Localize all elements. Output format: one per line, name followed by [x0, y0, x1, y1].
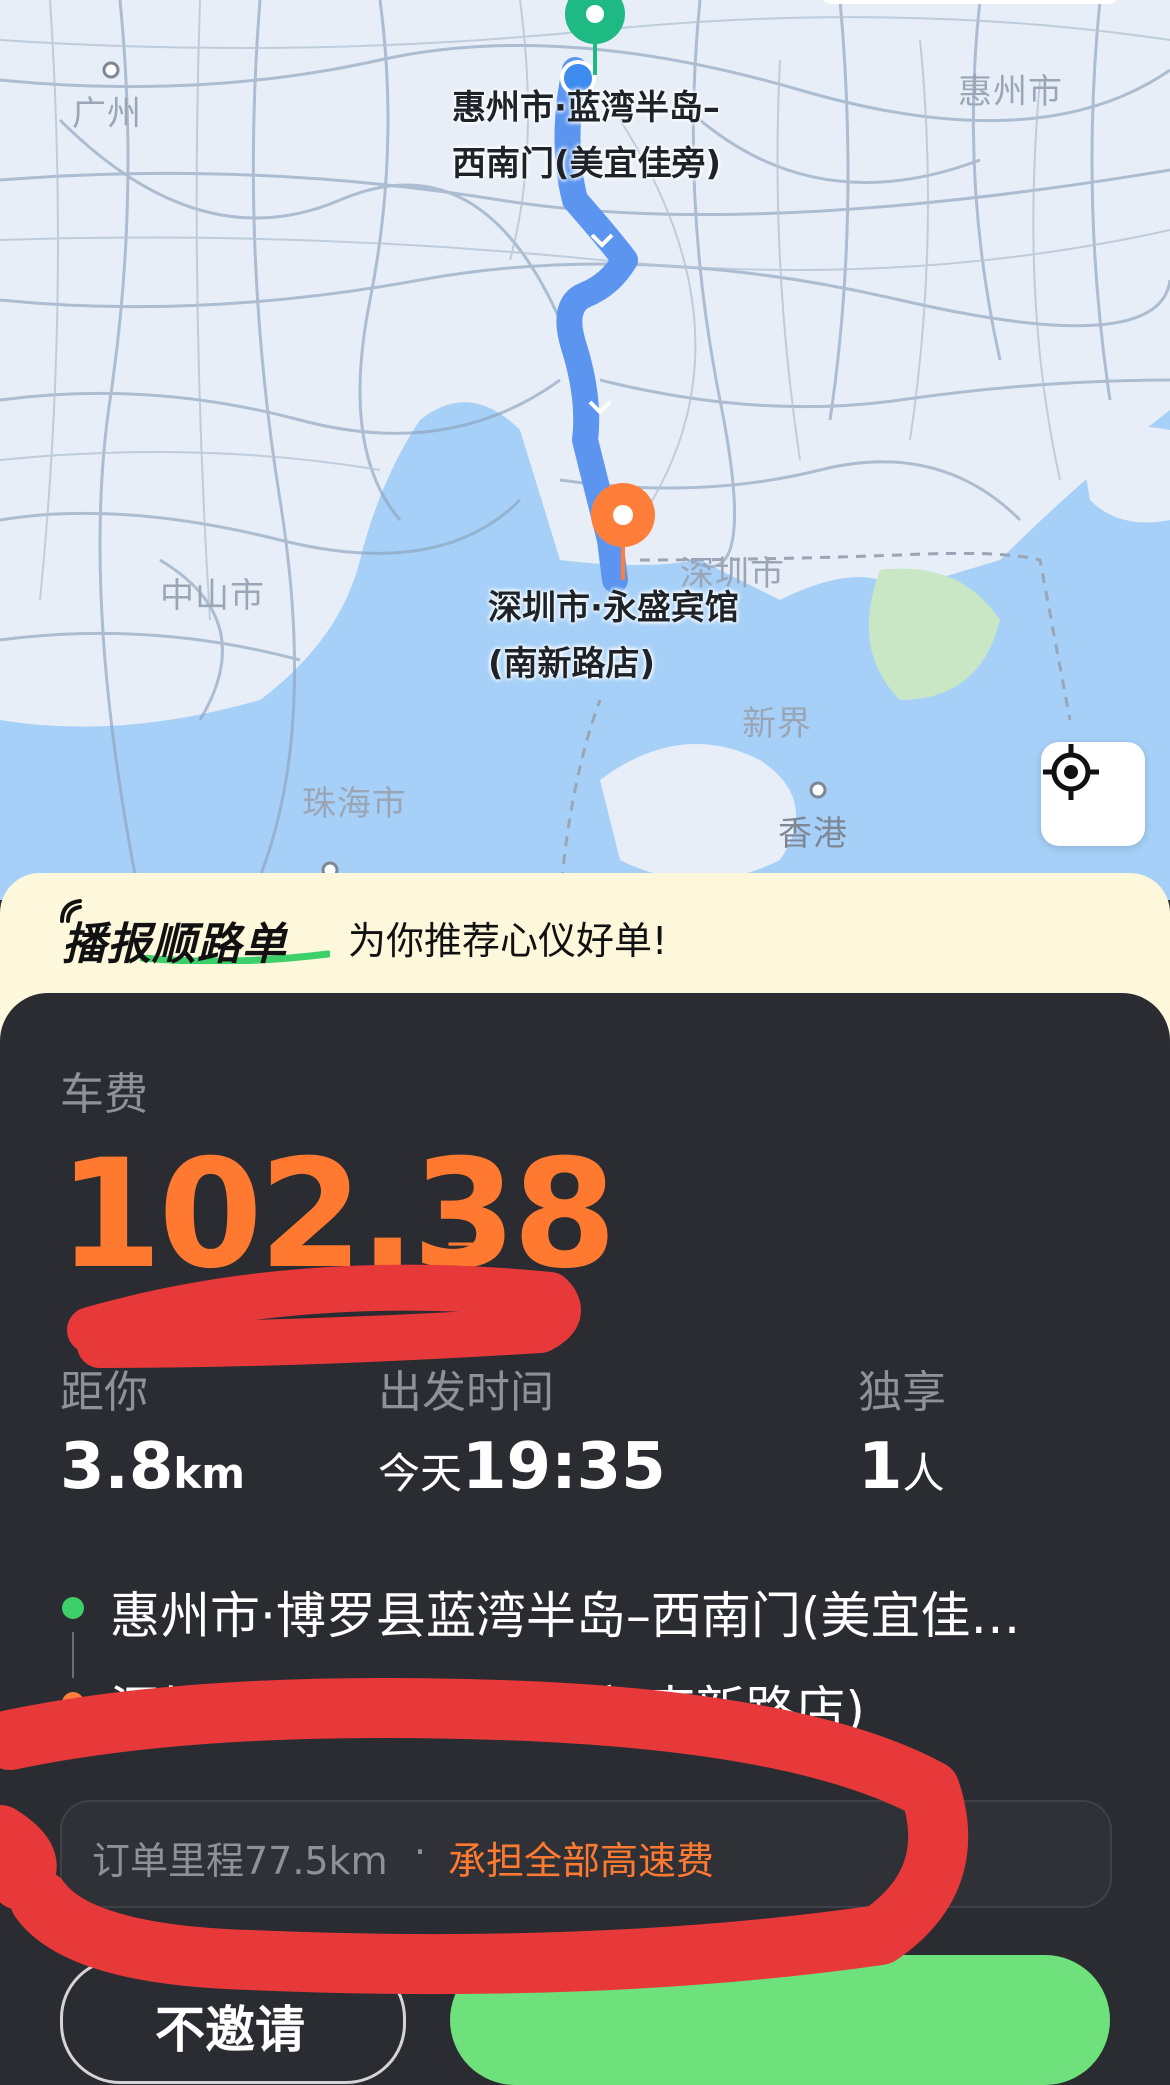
- departure-day: 今天: [378, 1449, 463, 1498]
- toll-note: 承担全部高速费: [448, 1839, 715, 1883]
- destination-dot: [62, 1692, 84, 1714]
- banner-subtitle: 为你推荐心仪好单!: [348, 919, 668, 963]
- route-connector: [72, 1632, 74, 1678]
- map-city-label: 珠海市: [302, 784, 407, 824]
- info-separator: ·: [414, 1830, 427, 1874]
- map-city-label: 惠州市: [958, 72, 1063, 112]
- start-point-label: 惠州市·蓝湾半岛– 西南门(美宜佳旁): [452, 80, 721, 192]
- distance-label: 距你: [60, 1367, 148, 1418]
- order-mileage: 订单里程77.5km: [92, 1839, 388, 1883]
- crosshair-icon: [1043, 744, 1099, 800]
- start-label-line: 西南门(美宜佳旁): [452, 144, 722, 184]
- accept-button[interactable]: [450, 1955, 1110, 2085]
- route-map[interactable]: 广州 惠州市 中山市 深圳市 新界 珠海市 香港 惠州市·蓝湾半岛– 西南门(美…: [0, 0, 1170, 900]
- map-city-label: 中山市: [160, 576, 265, 616]
- start-label-line: 惠州市·蓝湾半岛–: [452, 88, 720, 128]
- fare-label: 车费: [60, 1069, 148, 1120]
- locate-button[interactable]: [1041, 742, 1145, 846]
- map-city-label: 新界: [742, 704, 812, 744]
- map-city-label: 广州: [72, 94, 142, 134]
- origin-dot: [62, 1597, 84, 1619]
- fare-value: 102.38: [58, 1128, 617, 1302]
- departure-time: 19:35: [462, 1430, 666, 1504]
- fare-unit: 元: [442, 1236, 486, 1287]
- share-count: 1: [858, 1430, 903, 1504]
- origin-address: 惠州市·博罗县蓝湾半岛–西南门(美宜佳…: [110, 1587, 1021, 1645]
- decline-button-label: 不邀请: [155, 2001, 305, 2059]
- map-city-label: 香港: [778, 814, 848, 854]
- end-point-label: 深圳市·永盛宾馆 (南新路店): [488, 580, 739, 692]
- share-unit: 人: [902, 1449, 945, 1498]
- share-label: 独享: [858, 1367, 946, 1418]
- end-label-line: 深圳市·永盛宾馆: [488, 588, 739, 628]
- distance-value: 3.8km: [60, 1430, 245, 1504]
- destination-address: 深圳市·南山区永盛宾馆(南新路店): [110, 1681, 865, 1739]
- banner-title: 播报顺路单: [62, 919, 287, 970]
- departure-label: 出发时间: [378, 1367, 554, 1418]
- departure-value: 今天19:35: [378, 1430, 666, 1504]
- distance-unit: km: [173, 1449, 246, 1498]
- share-value: 1人: [858, 1430, 945, 1504]
- end-label-line: (南新路店): [488, 644, 656, 684]
- distance-number: 3.8: [60, 1430, 174, 1504]
